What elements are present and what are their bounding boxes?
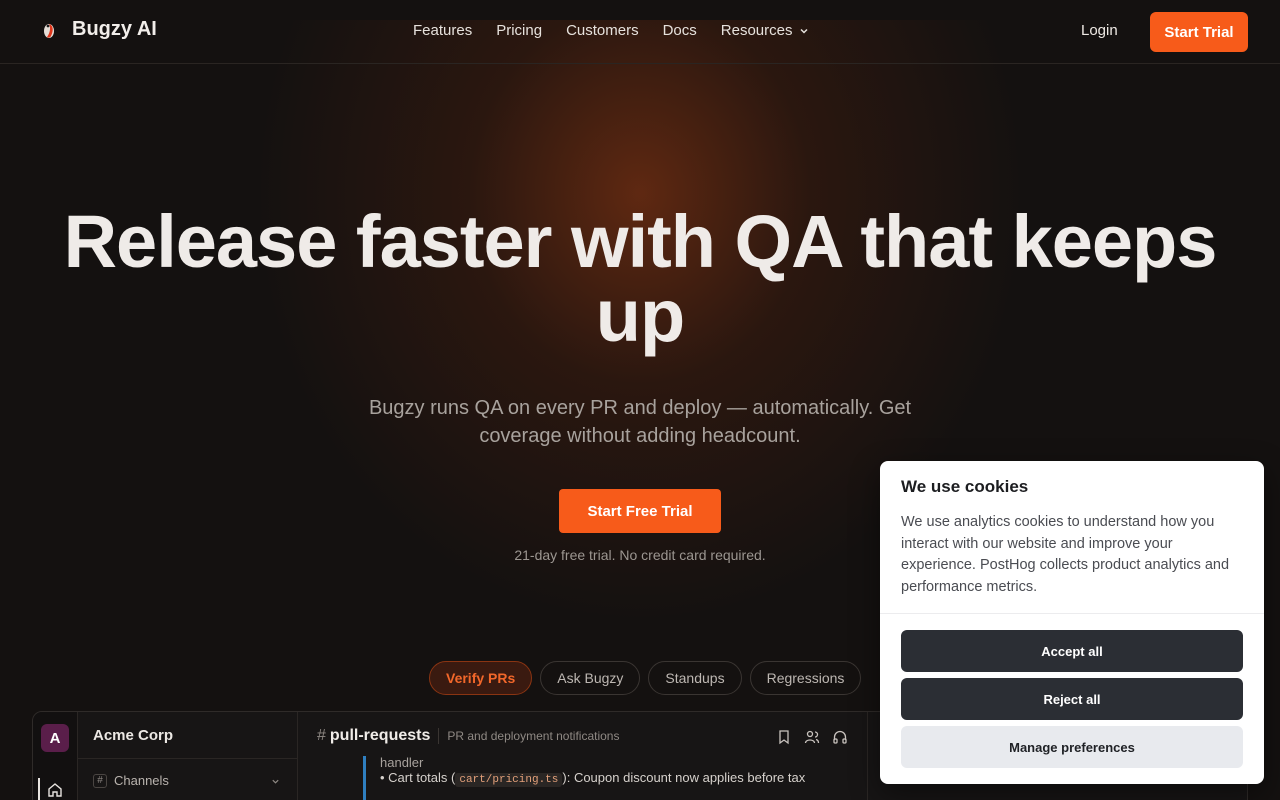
message-rest: ): Coupon discount now applies before ta… xyxy=(562,770,806,785)
sidebar-divider xyxy=(78,758,298,759)
message-code: cart/pricing.ts xyxy=(455,773,563,787)
hero-title: Release faster with QA that keeps up xyxy=(63,200,1218,357)
message-text: • Cart totals (cart/pricing.ts): Coupon … xyxy=(380,770,806,787)
chevron-down-icon xyxy=(800,28,809,34)
channel-actions xyxy=(776,729,860,745)
nav-link-resources-label: Resources xyxy=(720,22,793,39)
tab-regressions[interactable]: Regressions xyxy=(749,661,862,695)
accept-all-button[interactable]: Accept all xyxy=(901,630,1243,672)
nav-link-customers[interactable]: Customers xyxy=(566,22,639,39)
bookmark-icon[interactable] xyxy=(776,729,792,745)
channel-sidebar: Acme Corp # Channels xyxy=(78,712,298,800)
nav-link-pricing[interactable]: Pricing xyxy=(496,22,542,39)
rail-active-indicator xyxy=(38,778,40,800)
workspace-name[interactable]: Acme Corp xyxy=(93,727,173,744)
start-trial-button[interactable]: Start Trial xyxy=(1150,12,1248,52)
login-link[interactable]: Login xyxy=(1081,22,1118,39)
message-bullet: • Cart totals ( xyxy=(380,770,456,785)
home-icon[interactable] xyxy=(47,782,63,798)
message-prefix: handler xyxy=(380,755,424,770)
reject-all-button[interactable]: Reject all xyxy=(901,678,1243,720)
channels-section[interactable]: # Channels xyxy=(93,773,169,788)
nav-link-docs[interactable]: Docs xyxy=(663,22,697,39)
brand[interactable]: Bugzy AI xyxy=(40,18,157,41)
start-free-trial-button[interactable]: Start Free Trial xyxy=(559,489,721,533)
tab-ask-bugzy[interactable]: Ask Bugzy xyxy=(540,661,641,695)
feature-tabs: Verify PRs Ask Bugzy Standups Regression… xyxy=(429,661,869,695)
channel-name: pull-requests xyxy=(329,727,431,744)
channel-hash: # xyxy=(317,727,326,744)
channel-header: # pull-requests PR and deployment notifi… xyxy=(317,727,619,745)
nav-links: Features Pricing Customers Docs Resource… xyxy=(413,22,833,39)
tab-verify-prs[interactable]: Verify PRs xyxy=(429,661,533,695)
top-navbar: Bugzy AI Features Pricing Customers Docs… xyxy=(0,0,1280,64)
nav-link-resources[interactable]: Resources xyxy=(721,22,810,39)
cookie-divider xyxy=(880,613,1264,614)
bugzy-logo-icon xyxy=(44,23,54,38)
headphones-icon[interactable] xyxy=(832,729,848,745)
workspace-rail: A xyxy=(33,712,78,800)
channels-label: Channels xyxy=(114,773,169,788)
cookie-consent-dialog: We use cookies We use analytics cookies … xyxy=(880,461,1264,784)
hero-subtitle: Bugzy runs QA on every PR and deploy — a… xyxy=(368,397,912,447)
nav-link-features[interactable]: Features xyxy=(413,22,472,39)
tab-standups[interactable]: Standups xyxy=(648,661,742,695)
cookie-title: We use cookies xyxy=(901,477,1029,496)
brand-name: Bugzy AI xyxy=(72,18,157,40)
channel-separator xyxy=(438,728,440,744)
hash-icon: # xyxy=(93,773,107,788)
manage-preferences-button[interactable]: Manage preferences xyxy=(901,726,1243,768)
cookie-text: We use analytics cookies to understand h… xyxy=(901,514,1230,595)
message-accent-bar xyxy=(363,756,366,800)
channel-description: PR and deployment notifications xyxy=(447,729,620,743)
chevron-down-icon[interactable] xyxy=(271,777,280,786)
members-icon[interactable] xyxy=(804,729,820,745)
workspace-badge[interactable]: A xyxy=(41,724,69,752)
trial-note: 21-day free trial. No credit card requir… xyxy=(514,547,766,563)
